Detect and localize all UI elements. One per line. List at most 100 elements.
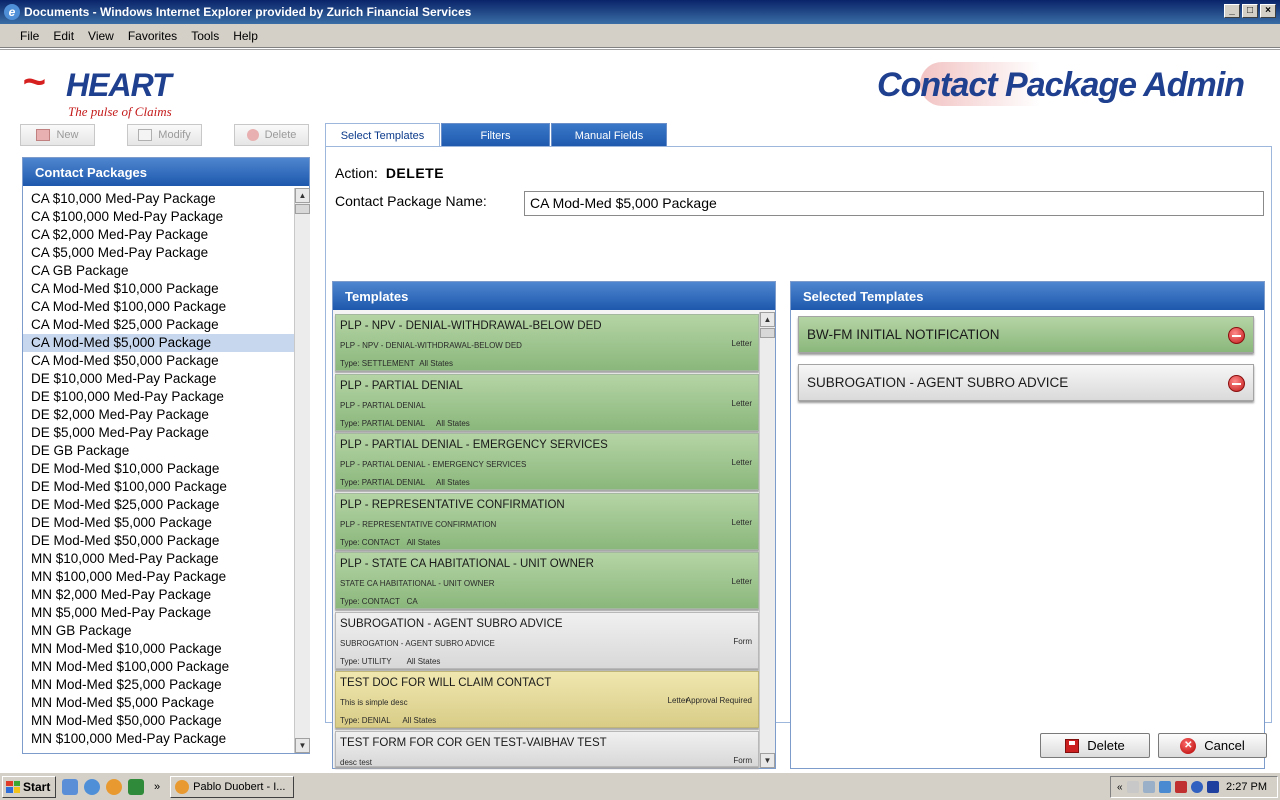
template-type: Type: DENIAL — [340, 716, 391, 725]
list-item[interactable]: MN $100,000 Med-Pay Package — [23, 568, 295, 586]
template-card[interactable]: TEST FORM FOR COR GEN TEST-VAIBHAV TEST d… — [335, 730, 759, 767]
delete-button[interactable]: Delete — [1040, 733, 1150, 758]
taskbar-item-browser[interactable]: Pablo Duobert - I... — [170, 775, 295, 798]
list-item[interactable]: DE $2,000 Med-Pay Package — [23, 406, 295, 424]
close-icon[interactable]: × — [1260, 4, 1276, 18]
list-item[interactable]: DE Mod-Med $50,000 Package — [23, 532, 295, 550]
menu-tools[interactable]: Tools — [191, 29, 219, 43]
template-card[interactable]: PLP - PARTIAL DENIAL PLP - PARTIAL DENIAL… — [335, 373, 759, 431]
scroll-thumb[interactable] — [295, 204, 310, 214]
templates-scroll-down-icon[interactable]: ▼ — [760, 753, 775, 768]
start-button[interactable]: Start — [2, 775, 56, 798]
logo-tagline: The pulse of Claims — [68, 104, 172, 119]
cancel-button[interactable]: ✕ Cancel — [1158, 733, 1267, 758]
contact-packages-header: Contact Packages — [23, 158, 309, 186]
template-type: Type: SETTLEMENT — [340, 359, 415, 368]
template-doc-type: Form — [733, 755, 752, 765]
templates-scroll-thumb[interactable] — [760, 328, 775, 338]
list-item[interactable]: MN GB Package — [23, 622, 295, 640]
list-item[interactable]: DE $100,000 Med-Pay Package — [23, 388, 295, 406]
floppy-icon — [1065, 738, 1080, 753]
template-title: TEST FORM FOR COR GEN TEST-VAIBHAV TEST — [340, 736, 607, 749]
package-name-input[interactable]: CA Mod-Med $5,000 Package — [524, 191, 1264, 216]
list-item[interactable]: MN $2,000 Med-Pay Package — [23, 586, 295, 604]
template-type: Type: PARTIAL DENIAL — [340, 478, 426, 487]
menu-file[interactable]: File — [20, 29, 39, 43]
template-doc-type: Letter — [731, 577, 752, 586]
list-item[interactable]: MN Mod-Med $25,000 Package — [23, 676, 295, 694]
minimize-icon[interactable]: _ — [1224, 4, 1240, 18]
quicklaunch-excel-icon[interactable] — [128, 778, 144, 795]
template-card[interactable]: PLP - STATE CA HABITATIONAL - UNIT OWNER… — [335, 552, 759, 609]
maximize-icon[interactable]: □ — [1242, 4, 1258, 18]
templates-scroll-up-icon[interactable]: ▲ — [760, 312, 775, 327]
task-app-icon — [175, 779, 190, 794]
delete-toolbar-button[interactable]: Delete — [234, 124, 309, 146]
tray-icon-1[interactable] — [1126, 781, 1139, 793]
list-item[interactable]: DE Mod-Med $100,000 Package — [23, 478, 295, 496]
tray-icon-4[interactable] — [1174, 781, 1187, 793]
list-item[interactable]: DE Mod-Med $25,000 Package — [23, 496, 295, 514]
list-item[interactable]: CA Mod-Med $50,000 Package — [23, 352, 295, 370]
list-item[interactable]: MN Mod-Med $100,000 Package — [23, 658, 295, 676]
template-card[interactable]: PLP - REPRESENTATIVE CONFIRMATION PLP - R… — [335, 492, 759, 550]
menu-help[interactable]: Help — [233, 29, 258, 43]
list-item[interactable]: DE GB Package — [23, 442, 295, 460]
list-item[interactable]: MN Mod-Med $50,000 Package — [23, 712, 295, 730]
tray-expand-icon[interactable]: « — [1117, 782, 1123, 793]
page-content: ~ HEART The pulse of Claims Contact Pack… — [0, 49, 1280, 772]
tray-icon-6[interactable] — [1206, 781, 1219, 793]
menu-view[interactable]: View — [88, 29, 114, 43]
list-item[interactable]: CA $100,000 Med-Pay Package — [23, 208, 295, 226]
package-list-scrollbar[interactable]: ▲ ▼ — [294, 188, 310, 753]
tab-select-templates[interactable]: Select Templates — [325, 123, 440, 147]
list-item[interactable]: CA Mod-Med $10,000 Package — [23, 280, 295, 298]
template-card[interactable]: PLP - PARTIAL DENIAL - EMERGENCY SERVICE… — [335, 433, 759, 490]
quicklaunch-more-icon[interactable]: » — [154, 781, 160, 793]
tab-manual-fields[interactable]: Manual Fields — [551, 123, 667, 147]
menu-favorites[interactable]: Favorites — [128, 29, 177, 43]
list-item[interactable]: MN Mod-Med $10,000 Package — [23, 640, 295, 658]
menu-edit[interactable]: Edit — [53, 29, 74, 43]
quicklaunch-explorer-icon[interactable] — [62, 778, 78, 795]
quicklaunch-ie-icon[interactable] — [84, 778, 100, 795]
list-item[interactable]: CA Mod-Med $5,000 Package — [23, 334, 295, 352]
new-button[interactable]: New — [20, 124, 95, 146]
template-card[interactable]: PLP - NPV - DENIAL-WITHDRAWAL-BELOW DED P… — [335, 314, 759, 371]
tray-icon-3[interactable] — [1158, 781, 1171, 793]
list-item[interactable]: CA Mod-Med $25,000 Package — [23, 316, 295, 334]
remove-icon[interactable] — [1228, 327, 1245, 344]
remove-icon[interactable] — [1228, 375, 1245, 392]
tab-filters[interactable]: Filters — [441, 123, 550, 147]
list-item[interactable]: CA Mod-Med $100,000 Package — [23, 298, 295, 316]
list-item[interactable]: MN Mod-Med $5,000 Package — [23, 694, 295, 712]
template-states: All States — [419, 359, 453, 368]
list-item[interactable]: CA $5,000 Med-Pay Package — [23, 244, 295, 262]
template-card[interactable]: TEST DOC FOR WILL CLAIM CONTACT This is s… — [335, 671, 759, 728]
list-item[interactable]: DE $5,000 Med-Pay Package — [23, 424, 295, 442]
list-item[interactable]: MN $5,000 Med-Pay Package — [23, 604, 295, 622]
taskbar: Start » Pablo Duobert - I... « 2:27 PM — [0, 772, 1280, 800]
list-item[interactable]: DE Mod-Med $10,000 Package — [23, 460, 295, 478]
list-item[interactable]: CA GB Package — [23, 262, 295, 280]
list-item[interactable]: MN $10,000 Med-Pay Package — [23, 550, 295, 568]
list-item[interactable]: CA $10,000 Med-Pay Package — [23, 190, 295, 208]
template-card[interactable]: SUBROGATION - AGENT SUBRO ADVICE SUBROGAT… — [335, 611, 759, 669]
scroll-up-icon[interactable]: ▲ — [295, 188, 310, 203]
tray-icon-2[interactable] — [1142, 781, 1155, 793]
template-doc-type: Letter — [731, 517, 752, 527]
quicklaunch-app-icon[interactable] — [106, 778, 122, 795]
window-title: Documents - Windows Internet Explorer pr… — [24, 5, 472, 19]
list-item[interactable]: DE $10,000 Med-Pay Package — [23, 370, 295, 388]
list-item[interactable]: CA $2,000 Med-Pay Package — [23, 226, 295, 244]
browser-window: e Documents - Windows Internet Explorer … — [0, 0, 1280, 772]
scroll-down-icon[interactable]: ▼ — [295, 738, 310, 753]
tray-icon-5[interactable] — [1190, 781, 1203, 793]
selected-template-card[interactable]: SUBROGATION - AGENT SUBRO ADVICE — [798, 364, 1254, 401]
template-type: Type: PARTIAL DENIAL — [340, 418, 426, 428]
selected-template-card[interactable]: BW-FM INITIAL NOTIFICATION — [798, 316, 1254, 353]
list-item[interactable]: MN $100,000 Med-Pay Package — [23, 730, 295, 748]
templates-scrollbar[interactable]: ▲ ▼ — [759, 312, 775, 768]
modify-button[interactable]: Modify — [127, 124, 202, 146]
list-item[interactable]: DE Mod-Med $5,000 Package — [23, 514, 295, 532]
